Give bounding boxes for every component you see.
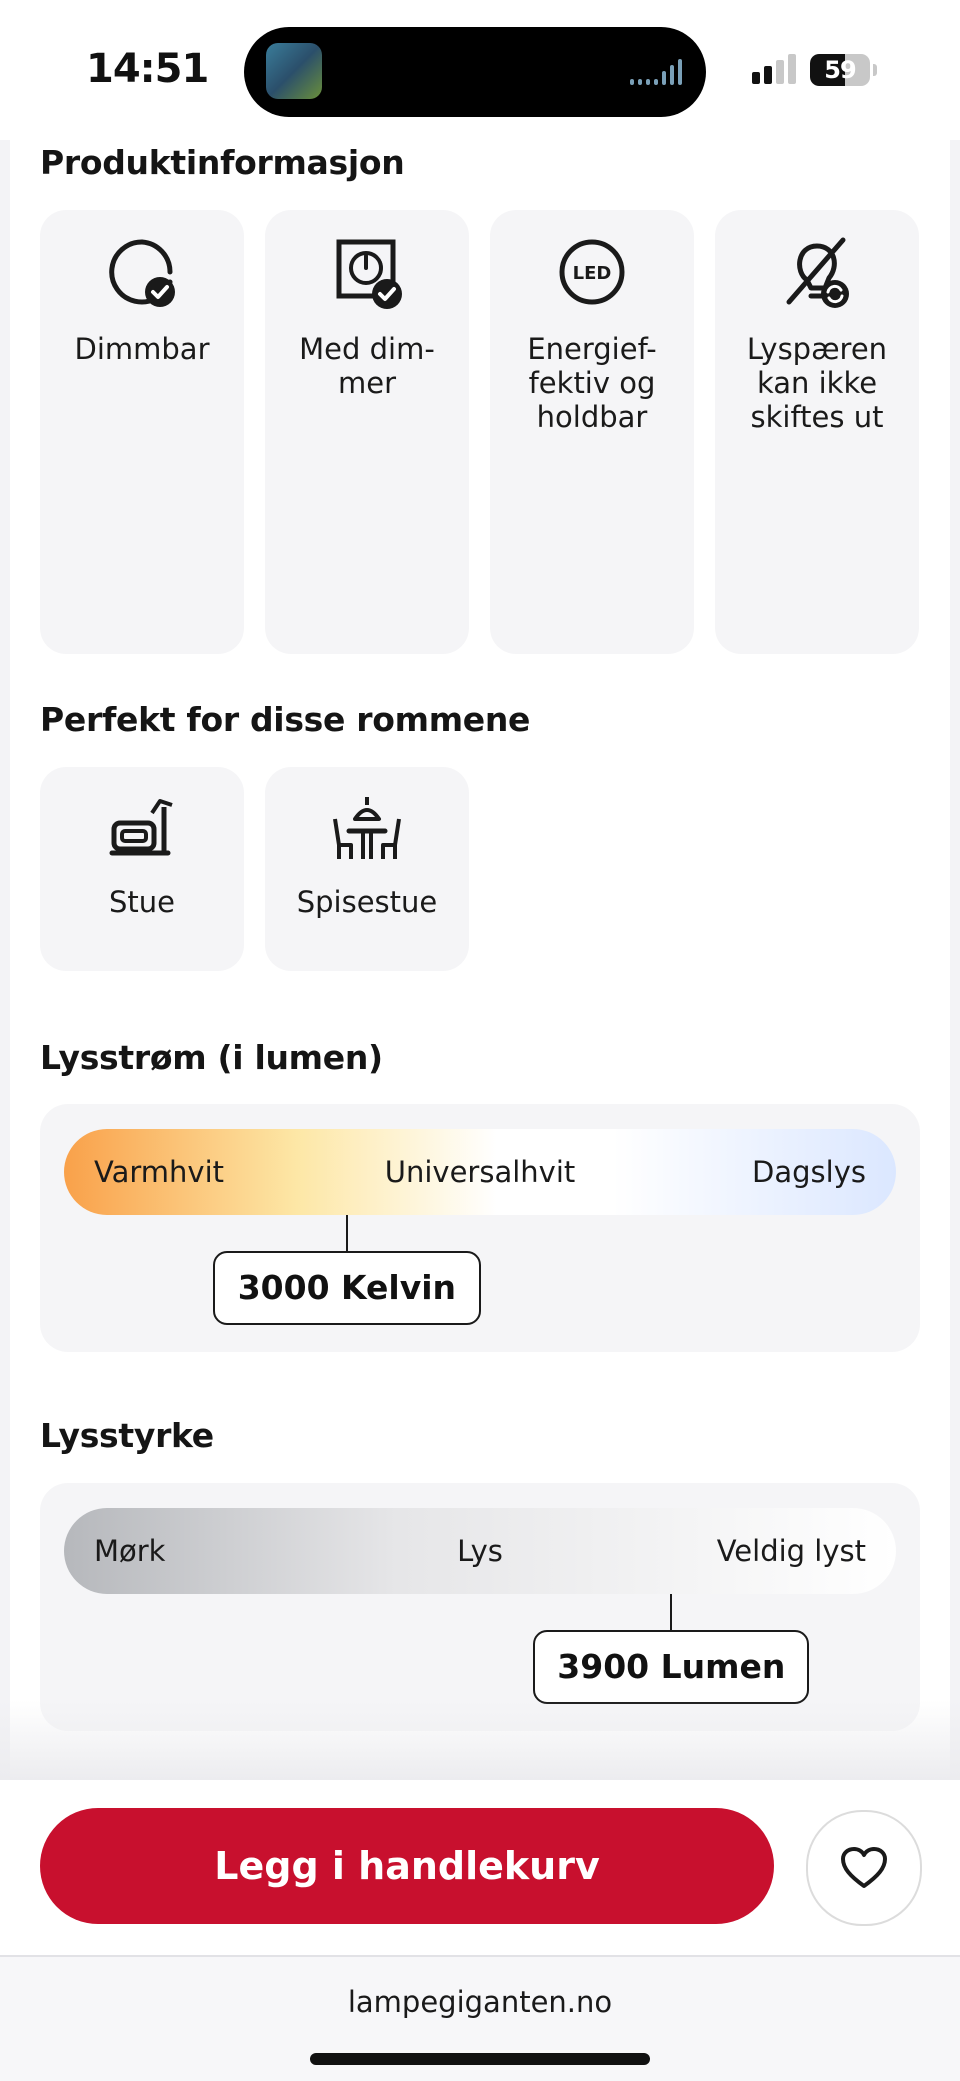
heart-icon (841, 1847, 887, 1888)
feature-card-led[interactable]: LED Energief- fektiv og holdbar (490, 210, 694, 654)
scale-label-daylight: Dagslys (752, 1155, 866, 1189)
battery-tip (873, 64, 877, 76)
room-label: Stue (108, 885, 175, 919)
status-bar: 14:51 59 (0, 0, 960, 140)
brightness-value: 3900 Lumen (533, 1630, 810, 1704)
scroll-fade (0, 1700, 960, 1780)
scale-label-neutral: Universalhvit (384, 1155, 576, 1189)
dimmable-icon (109, 239, 175, 307)
room-label: Spisestue (296, 885, 438, 919)
favorite-button[interactable] (806, 1810, 922, 1926)
feature-card-bulb[interactable]: Lyspæren kan ikke skiftes ut (715, 210, 919, 654)
color-temperature-panel: Varmhvit Universalhvit Dagslys 3000 Kelv… (40, 1104, 920, 1352)
svg-text:LED: LED (573, 263, 612, 284)
non-replaceable-bulb-icon (786, 237, 849, 308)
scale-label-dark: Mørk (94, 1534, 166, 1568)
color-temperature-value: 3000 Kelvin (212, 1251, 481, 1325)
room-card-living-room[interactable]: Stue (40, 767, 244, 971)
rooms-title: Perfekt for disse rommene (40, 700, 531, 739)
url-address[interactable]: lampegiganten.no (0, 1985, 960, 2019)
brightness-title: Lysstyrke (40, 1416, 214, 1455)
battery-icon: 59 (810, 54, 870, 86)
living-room-icon (109, 799, 173, 856)
scale-label-warm: Varmhvit (94, 1155, 224, 1189)
dimmer-switch-icon (336, 239, 402, 309)
sticky-action-bar: Legg i handlekurv (0, 1780, 960, 1957)
feature-card-dimmer[interactable]: Med dim- mer (265, 210, 469, 654)
app-thumbnail-icon[interactable] (266, 43, 322, 99)
home-indicator[interactable] (310, 2053, 650, 2065)
dynamic-island[interactable] (244, 27, 706, 117)
battery-percent: 59 (824, 56, 856, 84)
browser-bar: lampegiganten.no (0, 1957, 960, 2081)
cellular-signal-icon (752, 54, 800, 84)
color-temperature-title: Lysstrøm (i lumen) (40, 1038, 383, 1077)
feature-label: Med dim- mer (299, 332, 435, 400)
content-edge-right (950, 140, 960, 1780)
scale-label-light: Lys (457, 1534, 503, 1568)
color-temperature-scale: Varmhvit Universalhvit Dagslys (64, 1129, 896, 1215)
feature-card-dimmable[interactable]: Dimmbar (40, 210, 244, 654)
audio-wave-icon (626, 59, 682, 85)
brightness-scale: Mørk Lys Veldig lyst (64, 1508, 896, 1594)
product-info-title: Produktinformasjon (40, 143, 405, 182)
add-to-cart-button[interactable]: Legg i handlekurv (40, 1808, 774, 1924)
brightness-panel: Mørk Lys Veldig lyst 3900 Lumen (40, 1483, 920, 1731)
feature-label: Energief- fektiv og holdbar (527, 332, 657, 434)
scale-label-very-light: Veldig lyst (716, 1534, 866, 1568)
dining-room-icon (333, 797, 401, 859)
feature-label: Lyspæren kan ikke skiftes ut (746, 332, 888, 434)
led-icon: LED (559, 239, 625, 305)
feature-label: Dimmbar (74, 332, 210, 366)
room-card-dining-room[interactable]: Spisestue (265, 767, 469, 971)
content-edge-left (0, 140, 10, 1780)
status-time: 14:51 (86, 46, 209, 92)
